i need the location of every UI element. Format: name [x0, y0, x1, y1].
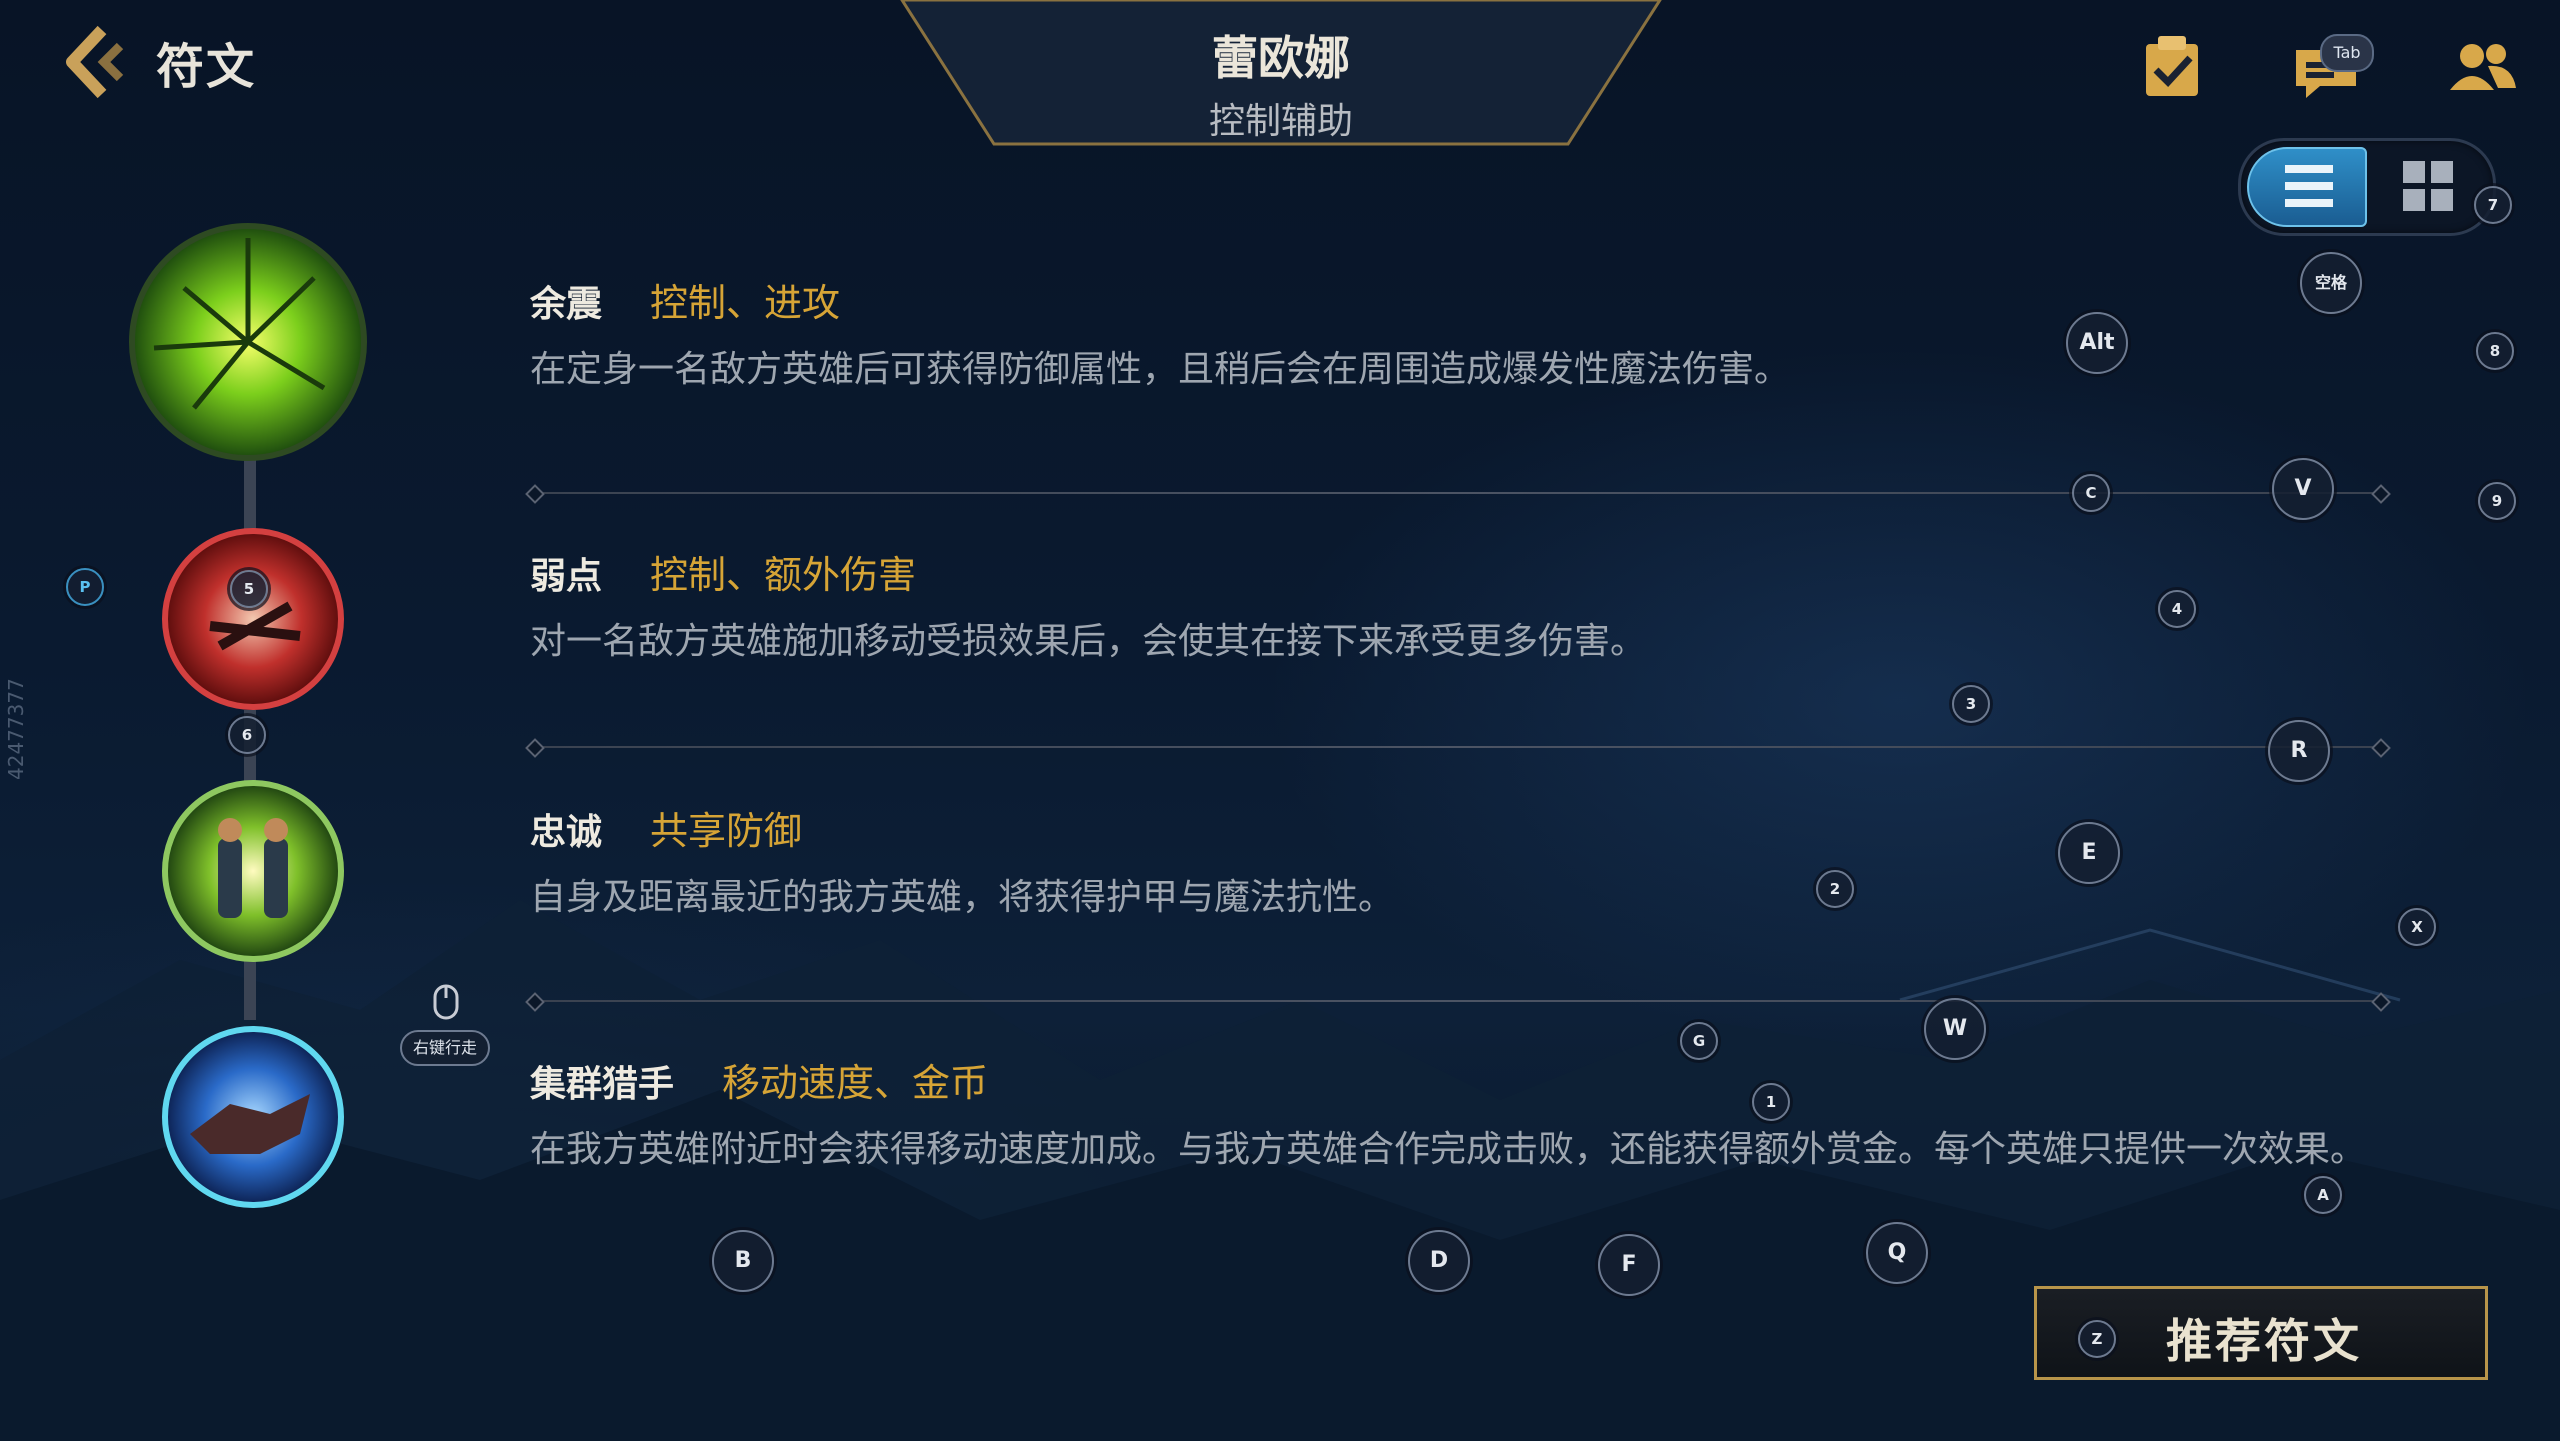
- key-hint-d[interactable]: D: [1408, 1230, 1470, 1292]
- weakness-icon[interactable]: [160, 526, 346, 712]
- key-hint-6[interactable]: 6: [228, 716, 266, 754]
- rune-connector: [244, 960, 256, 1020]
- page-title: 符文: [156, 39, 257, 95]
- rune-name: 忠诚: [530, 812, 603, 853]
- champion-plate: 蕾欧娜 控制辅助: [900, 0, 1662, 146]
- rune-name: 集群猎手: [530, 1064, 675, 1105]
- key-hint-space[interactable]: 空格: [2300, 252, 2362, 314]
- key-hint-g[interactable]: G: [1680, 1022, 1718, 1060]
- key-hint-v[interactable]: V: [2272, 458, 2334, 520]
- champion-role: 控制辅助: [1208, 101, 1353, 142]
- rune-description: 对一名敌方英雄施加移动受损效果后，会使其在接下来承受更多伤害。: [530, 621, 1647, 662]
- divider: [534, 746, 2382, 748]
- side-id-text: 42477377: [4, 678, 28, 780]
- rune-tags: 控制、额外伤害: [650, 553, 917, 597]
- rune-description: 在我方英雄附近时会获得移动速度加成。与我方英雄合作完成击败，还能获得额外赏金。每…: [530, 1129, 2367, 1170]
- divider: [534, 1000, 2382, 1002]
- rune-row-pack-hunter[interactable]: 集群猎手 移动速度、金币 在我方英雄附近时会获得移动速度加成。与我方英雄合作完成…: [530, 1052, 2380, 1179]
- key-hint-c[interactable]: C: [2072, 474, 2110, 512]
- key-hint-8[interactable]: 8: [2476, 332, 2514, 370]
- rune-connector: [244, 460, 256, 530]
- view-toggle: [2238, 138, 2496, 236]
- grid-icon: [2403, 161, 2453, 211]
- friends-icon[interactable]: [2446, 32, 2518, 104]
- key-hint-1[interactable]: 1: [1752, 1083, 1790, 1121]
- key-hint-w[interactable]: W: [1924, 998, 1986, 1060]
- list-icon: [2285, 165, 2333, 207]
- key-hint-f[interactable]: F: [1598, 1234, 1660, 1296]
- rune-name: 弱点: [530, 556, 603, 597]
- key-hint-b[interactable]: B: [712, 1230, 774, 1292]
- champion-name: 蕾欧娜: [1212, 31, 1350, 85]
- key-hint-7[interactable]: 7: [2474, 186, 2512, 224]
- grid-view-button[interactable]: [2373, 147, 2485, 227]
- mouse-icon: [433, 984, 459, 1020]
- background-mountains: [0, 900, 2560, 1441]
- key-hint-x[interactable]: X: [2398, 908, 2436, 946]
- key-hint-9[interactable]: 9: [2478, 482, 2516, 520]
- checklist-icon[interactable]: [2136, 32, 2208, 104]
- back-button[interactable]: 符文: [62, 22, 256, 102]
- right-click-move-hint: 右键行走: [400, 1030, 490, 1066]
- rune-tags: 控制、进攻: [650, 281, 841, 325]
- aftershock-icon[interactable]: [124, 218, 372, 466]
- rune-name: 余震: [530, 284, 603, 325]
- key-hint-r[interactable]: R: [2268, 720, 2330, 782]
- tab-key-badge: Tab: [2320, 34, 2374, 72]
- loyalty-icon[interactable]: [160, 778, 346, 964]
- key-hint-q[interactable]: Q: [1866, 1222, 1928, 1284]
- key-hint-3[interactable]: 3: [1952, 685, 1990, 723]
- pack-hunter-icon[interactable]: [160, 1024, 346, 1210]
- key-hint-4[interactable]: 4: [2158, 590, 2196, 628]
- rune-tags: 移动速度、金币: [722, 1061, 989, 1105]
- rune-tags: 共享防御: [650, 809, 803, 853]
- back-arrow-icon: [66, 25, 124, 99]
- key-hint-alt[interactable]: Alt: [2066, 312, 2128, 374]
- rune-description: 自身及距离最近的我方英雄，将获得护甲与魔法抗性。: [530, 877, 1395, 918]
- list-view-button[interactable]: [2247, 147, 2367, 227]
- key-hint-p[interactable]: P: [66, 568, 104, 606]
- rune-row-weakness[interactable]: 弱点 控制、额外伤害 对一名敌方英雄施加移动受损效果后，会使其在接下来承受更多伤…: [530, 544, 2390, 671]
- key-hint-a[interactable]: A: [2304, 1176, 2342, 1214]
- key-hint-5[interactable]: 5: [230, 570, 268, 608]
- key-hint-e[interactable]: E: [2058, 822, 2120, 884]
- key-hint-2[interactable]: 2: [1816, 870, 1854, 908]
- key-hint-z[interactable]: Z: [2078, 1320, 2116, 1358]
